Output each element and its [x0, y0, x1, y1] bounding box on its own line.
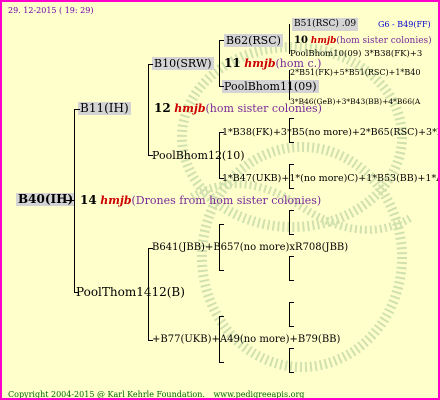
- pedigree-frame: 29. 12-2015 ( 19: 29) B40(IH) 14 hmjb(Dr…: [0, 0, 440, 400]
- connector: [219, 40, 224, 41]
- gen3-note: (hom sister colonies): [336, 36, 432, 46]
- gen1-num: 12: [154, 101, 171, 115]
- connector: [289, 188, 294, 189]
- gen2-queen-queen[interactable]: B10(SRW): [152, 57, 214, 70]
- root-note: (Drones from hom sister colonies): [131, 194, 322, 207]
- gen1-drone-pool[interactable]: PoolThom1412(B): [76, 286, 185, 299]
- connector: [148, 155, 153, 156]
- connector: [289, 302, 290, 326]
- gen4-b[interactable]: PoolBhom10(09) 3*B38(FK)+3: [290, 48, 422, 61]
- connector: [219, 224, 224, 225]
- connector: [289, 70, 290, 100]
- connector: [148, 248, 149, 340]
- gen4-a[interactable]: B51(RSC) .09: [292, 18, 359, 31]
- connector: [219, 316, 220, 362]
- gen4-d[interactable]: 3*B46(GeB)+3*B43(BB)+4*B66(A: [290, 95, 420, 108]
- connector: [219, 224, 220, 270]
- connector: [289, 348, 290, 372]
- gen3-qqq[interactable]: B62(RSC): [224, 34, 283, 47]
- footer-copyright-text: Copyright 2004-2015 @ Karl Kehrle Founda…: [8, 390, 205, 399]
- connector: [74, 109, 75, 293]
- gen2-drone-drone[interactable]: +B77(UKB)+A49(no more)+B79(BB): [152, 333, 340, 346]
- connector: [289, 372, 294, 373]
- gen2-queen-drone-pool[interactable]: PoolBhom12(10): [152, 149, 245, 162]
- connector: [148, 64, 149, 156]
- connector: [148, 64, 153, 65]
- connector: [289, 256, 290, 280]
- gen4-a-extra: G6 - B49(FF): [378, 20, 431, 29]
- connector: [289, 118, 290, 142]
- connector: [289, 348, 294, 349]
- connector: [289, 280, 294, 281]
- gen2-breeder: hmjb: [244, 57, 276, 70]
- root-breeder: hmjb: [100, 194, 132, 207]
- connector: [219, 362, 224, 363]
- footer-url-link[interactable]: www.pedigreeapis.org: [213, 390, 304, 398]
- gen3-qdd[interactable]: 1*B47(UKB)+1*(no more)C)+1*B53(BB)+1*A: [222, 172, 438, 185]
- print-date: 29. 12-2015 ( 19: 29): [8, 6, 94, 15]
- connector: [219, 178, 224, 179]
- connector: [289, 234, 294, 235]
- connector: [148, 248, 153, 249]
- root-mating-line: 14 hmjb(Drones from hom sister colonies): [80, 193, 322, 208]
- connector: [289, 24, 290, 54]
- gen3-num: 10: [294, 35, 308, 46]
- gen3-qdq[interactable]: 1*B38(FK)+3*B5(no more)+2*B65(RSC)+3*B29: [222, 126, 438, 139]
- gen1-breeder: hmjb: [174, 102, 206, 115]
- root-num: 14: [80, 193, 97, 207]
- connector: [66, 200, 75, 201]
- footer-copyright: Copyright 2004-2015 @ Karl Kehrle Founda…: [8, 388, 304, 399]
- connector: [289, 164, 290, 188]
- connector: [148, 340, 153, 341]
- connector: [219, 86, 224, 87]
- connector: [289, 210, 294, 211]
- connector: [219, 132, 224, 133]
- gen4-c[interactable]: 2*B51(FK)+5*B51(RSC)+1*B40: [290, 66, 421, 79]
- gen2-num: 11: [224, 56, 241, 70]
- connector: [289, 256, 294, 257]
- connector: [219, 40, 220, 86]
- connector: [289, 326, 294, 327]
- gen2-drone-queen[interactable]: B641(JBB)+B657(no more)xR708(JBB): [152, 241, 348, 254]
- connector: [289, 302, 294, 303]
- connector: [289, 210, 290, 234]
- connector: [219, 132, 220, 178]
- connector: [219, 270, 224, 271]
- connector: [74, 109, 80, 110]
- connector: [289, 118, 294, 119]
- connector: [289, 164, 294, 165]
- connector: [289, 142, 294, 143]
- gen3-breeder: hmjb: [310, 36, 337, 46]
- connector: [219, 316, 224, 317]
- gen3-qqq-mating: 10 hmjb(hom sister colonies): [294, 34, 432, 48]
- gen3-qqd[interactable]: PoolBhom11(09): [222, 80, 319, 93]
- connector: [74, 292, 78, 293]
- gen1-queen-label[interactable]: B11(IH): [78, 102, 131, 115]
